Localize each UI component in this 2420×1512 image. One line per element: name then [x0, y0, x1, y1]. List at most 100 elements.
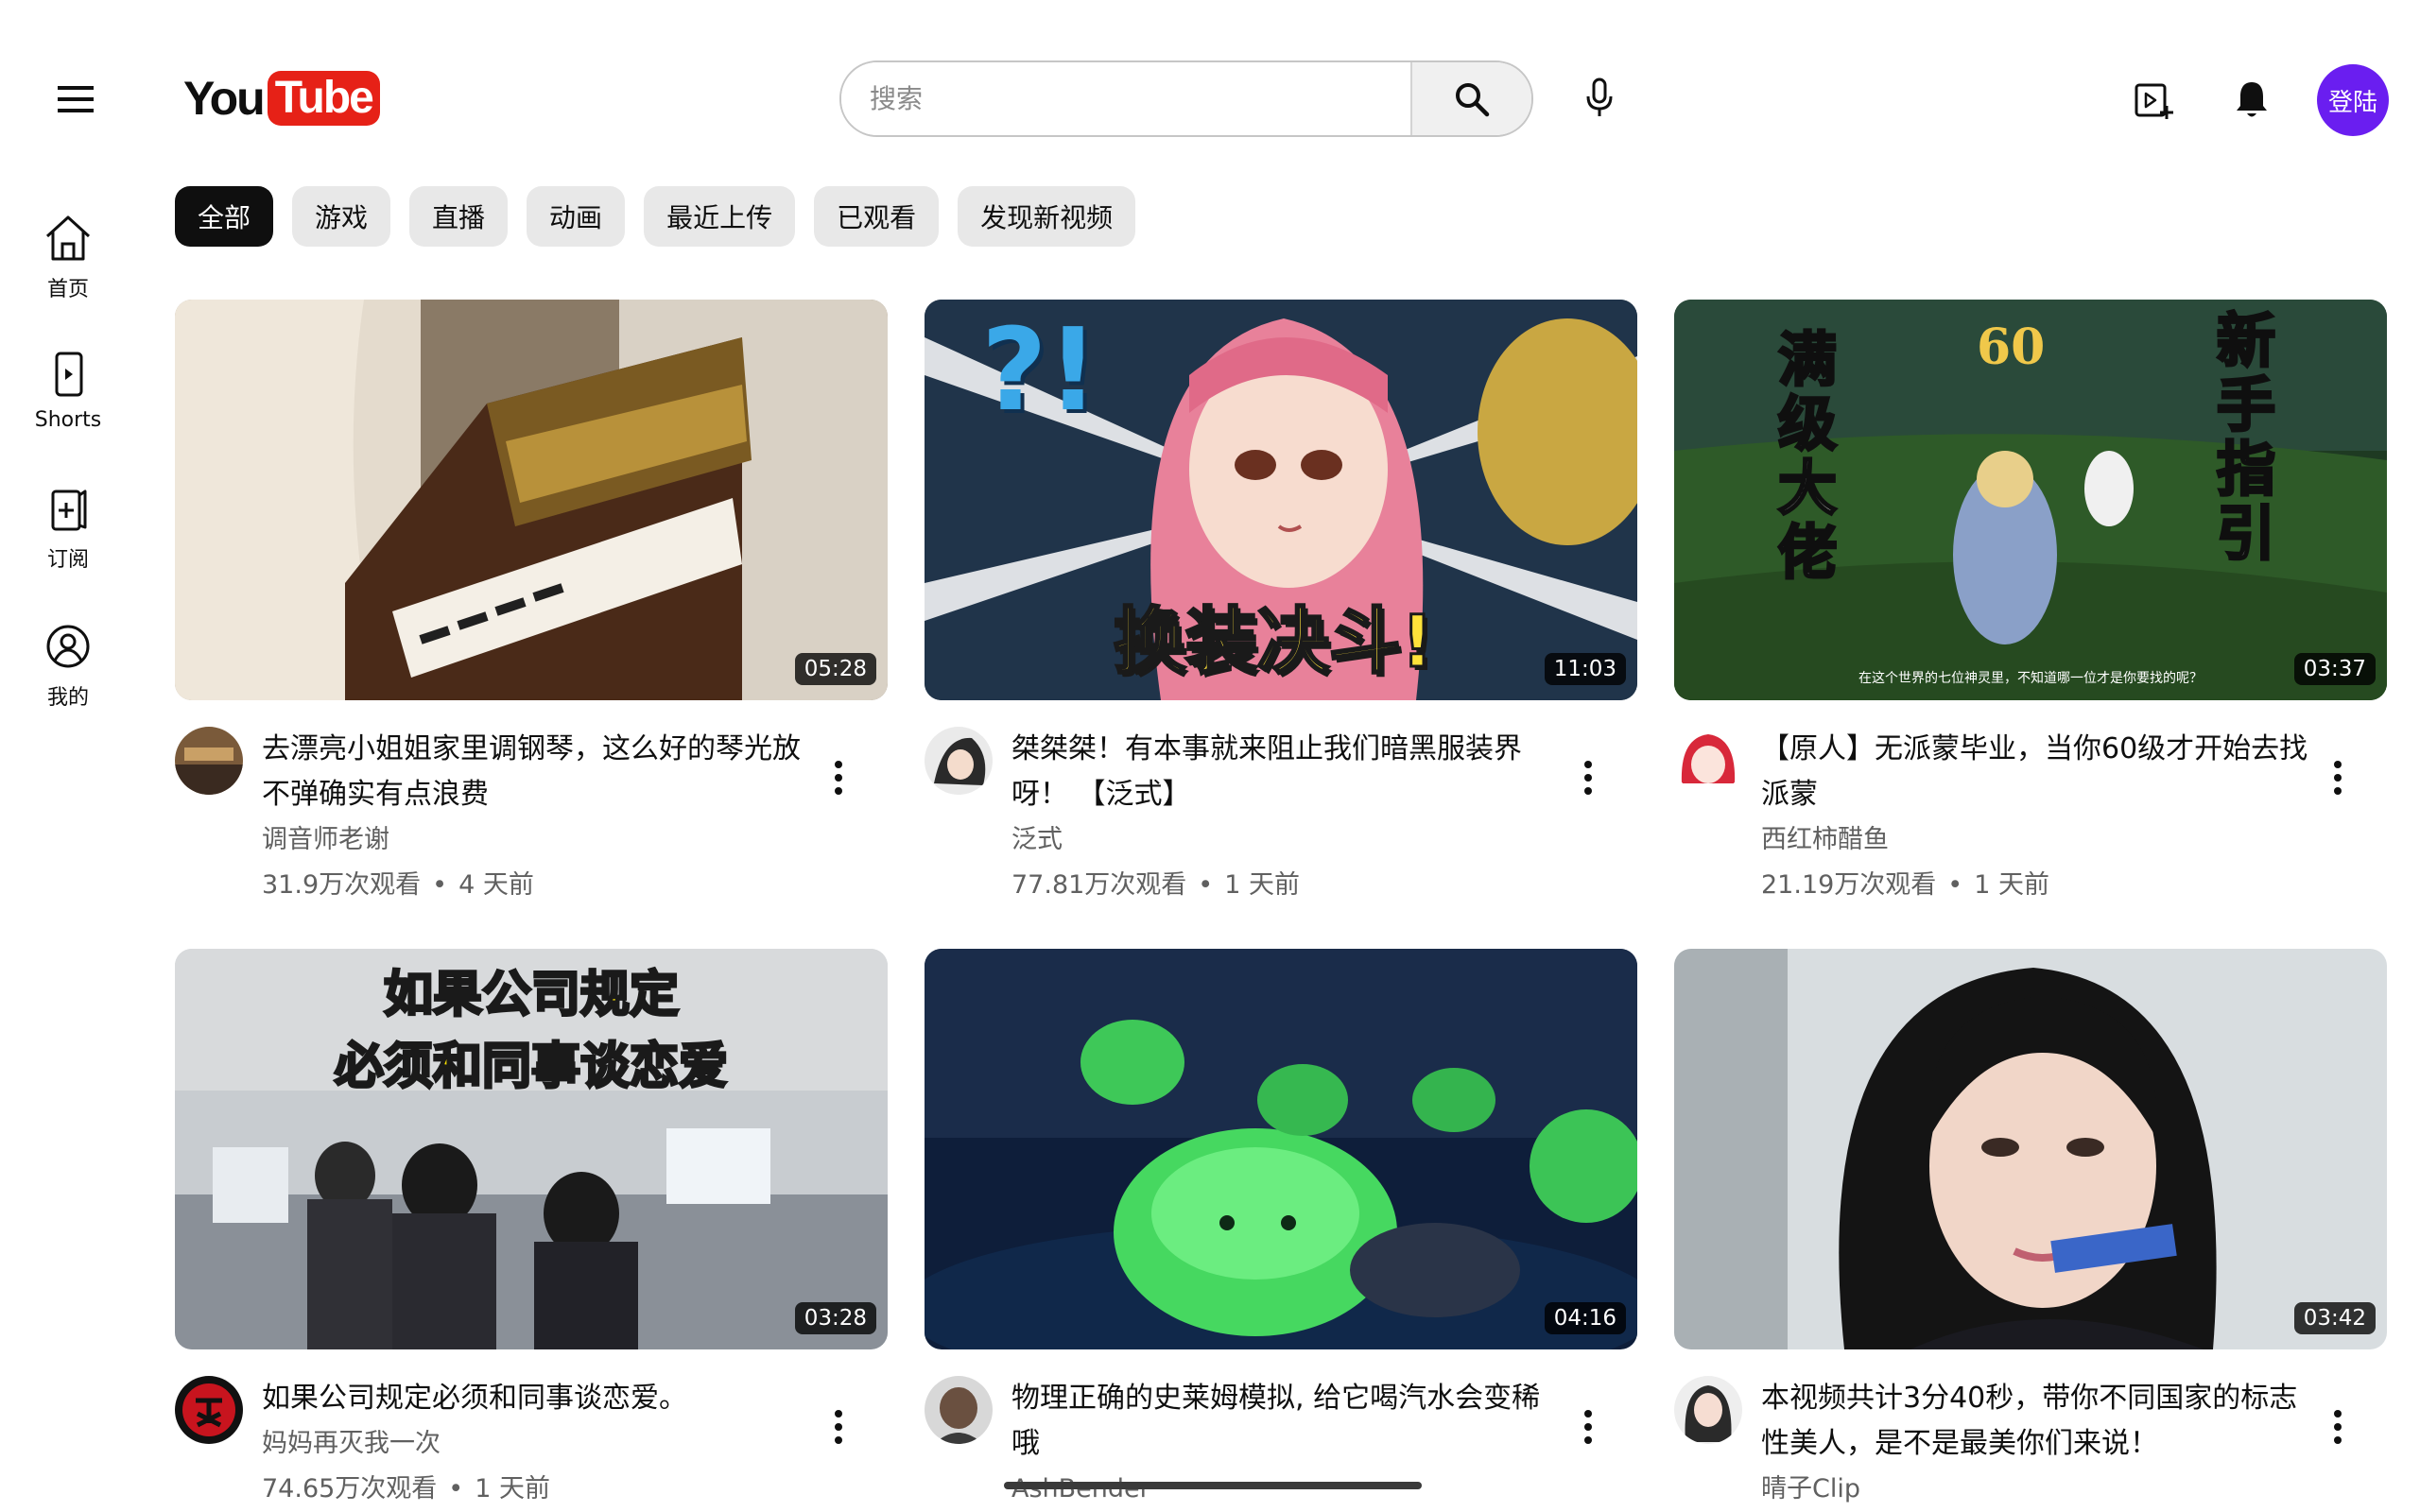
- chip-all[interactable]: 全部: [175, 186, 274, 247]
- video-title[interactable]: 物理正确的史莱姆模拟, 给它喝汽水会变稀哦: [1011, 1376, 1560, 1467]
- more-options-button[interactable]: [1567, 1399, 1609, 1455]
- sidebar-item-label: 我的: [46, 686, 89, 710]
- avatar-image: [175, 1376, 243, 1444]
- thumbnail-caption-text: 在这个世界的七位神灵里，不知道哪一位才是你要找的呢？: [1858, 671, 2203, 686]
- sidebar-item-home[interactable]: 首页: [13, 212, 123, 302]
- upload-age: 1 天前: [1224, 870, 1300, 900]
- thumbnail-marks-text: ?!: [981, 305, 1099, 437]
- chip-watched[interactable]: 已观看: [814, 186, 940, 247]
- chip-live[interactable]: 直播: [409, 186, 509, 247]
- more-vertical-icon: [2334, 1410, 2342, 1444]
- more-vertical-icon: [835, 761, 842, 795]
- video-thumbnail[interactable]: 05:28: [175, 300, 888, 700]
- video-title[interactable]: 去漂亮小姐姐家里调钢琴，这么好的琴光放不弹确实有点浪费: [262, 727, 810, 817]
- thumbnail-level-text: 60: [1977, 318, 2046, 376]
- channel-avatar[interactable]: [925, 727, 993, 795]
- chip-animation[interactable]: 动画: [527, 186, 626, 247]
- account-icon: [46, 625, 90, 668]
- notifications-button[interactable]: [2214, 62, 2290, 138]
- channel-name[interactable]: 调音师老谢: [262, 817, 810, 863]
- logo-tube-text: Tube: [267, 71, 380, 126]
- more-options-button[interactable]: [818, 1399, 859, 1455]
- sidebar-item-label: 首页: [46, 278, 89, 301]
- avatar-image: [925, 727, 993, 795]
- chip-games[interactable]: 游戏: [292, 186, 391, 247]
- bell-icon: [2237, 82, 2267, 117]
- upload-age: 4 天前: [458, 870, 534, 900]
- video-card: 04:16 物理正确的史莱姆模拟, 给它喝汽水会变稀哦 AshBender: [925, 949, 1637, 1512]
- youtube-home: You Tube 登陆: [0, 0, 2420, 1512]
- sidebar-item-label: 订阅: [46, 548, 89, 572]
- home-indicator[interactable]: [1004, 1482, 1422, 1489]
- voice-search-button[interactable]: [1562, 60, 1637, 136]
- separator-dot: •: [1198, 870, 1214, 900]
- video-stats: 21.19万次观看 • 1 天前: [1761, 863, 2309, 908]
- channel-avatar[interactable]: [175, 727, 243, 795]
- video-thumbnail[interactable]: 60 满级大佬 新手指引 在这个世界的七位神灵里，不知道哪一位才是你要找的呢？ …: [1674, 300, 2387, 700]
- video-title[interactable]: 【原人】无派蒙毕业，当你60级才开始去找派蒙: [1761, 727, 2309, 817]
- logo-you-text: You: [183, 72, 266, 125]
- search-button[interactable]: [1410, 62, 1531, 135]
- channel-name[interactable]: 妈妈再灭我一次: [262, 1421, 810, 1467]
- thumbnail-right-text: 新手指引: [2216, 306, 2277, 568]
- view-count: 77.81万次观看: [1011, 870, 1187, 900]
- video-card: 60 满级大佬 新手指引 在这个世界的七位神灵里，不知道哪一位才是你要找的呢？ …: [1674, 300, 2387, 908]
- view-count: 74.65万次观看: [262, 1474, 438, 1503]
- channel-avatar[interactable]: [1674, 727, 1742, 795]
- sidebar-item-shorts[interactable]: Shorts: [13, 348, 123, 432]
- more-options-button[interactable]: [818, 749, 859, 806]
- search-input[interactable]: [841, 62, 1410, 135]
- subscriptions-icon: [51, 490, 87, 531]
- avatar-image: [925, 1376, 993, 1444]
- channel-name[interactable]: AshBender: [1011, 1467, 1560, 1512]
- more-options-button[interactable]: [2317, 1399, 2359, 1455]
- thumbnail-overlay-text: 换装决斗!: [1113, 598, 1436, 685]
- upload-age: 1 天前: [1974, 870, 2049, 900]
- sidebar-item-label: Shorts: [34, 408, 102, 432]
- sidebar-item-you[interactable]: 我的: [13, 620, 123, 711]
- avatar-image: [175, 727, 243, 795]
- channel-name[interactable]: 西红柿醋鱼: [1761, 817, 2309, 863]
- thumbnail-left-text: 满级大佬: [1777, 325, 1839, 587]
- video-duration: 03:37: [2293, 653, 2376, 685]
- thumbnail-image: [925, 949, 1637, 1349]
- video-title[interactable]: 本视频共计3分40秒，带你不同国家的标志性美人，是不是最美你们来说！: [1761, 1376, 2309, 1467]
- view-count: 31.9万次观看: [262, 870, 422, 900]
- video-thumbnail[interactable]: 03:42: [1674, 949, 2387, 1349]
- thumbnail-image: [1674, 949, 2387, 1349]
- shorts-icon: [55, 352, 83, 397]
- video-title[interactable]: 桀桀桀！有本事就来阻止我们暗黑服装界呀！ 【泛式】: [1011, 727, 1560, 817]
- channel-avatar[interactable]: [925, 1376, 993, 1444]
- more-options-button[interactable]: [1567, 749, 1609, 806]
- video-thumbnail[interactable]: 如果公司规定 必须和同事谈恋爱 03:28: [175, 949, 888, 1349]
- more-options-button[interactable]: [2317, 749, 2359, 806]
- avatar-image: [1674, 1376, 1742, 1444]
- channel-name[interactable]: 泛式: [1011, 817, 1560, 863]
- sidebar-item-subscriptions[interactable]: 订阅: [13, 482, 123, 573]
- video-stats: 74.65万次观看 • 1 天前: [262, 1467, 810, 1512]
- avatar-image: [1674, 727, 1742, 795]
- youtube-logo[interactable]: You Tube: [183, 70, 380, 127]
- more-vertical-icon: [1584, 1410, 1592, 1444]
- create-video-icon: [2135, 83, 2173, 119]
- channel-avatar[interactable]: [1674, 1376, 1742, 1444]
- separator-dot: •: [432, 870, 448, 900]
- upload-age: 1 天前: [475, 1474, 550, 1503]
- video-duration: 03:42: [2293, 1302, 2376, 1334]
- filter-chips: 全部 游戏 直播 动画 最近上传 已观看 发现新视频: [175, 186, 1136, 247]
- thumbnail-image: [175, 300, 888, 700]
- home-icon: [45, 215, 91, 261]
- video-title[interactable]: 如果公司规定必须和同事谈恋爱。: [262, 1376, 810, 1421]
- video-duration: 11:03: [1544, 653, 1626, 685]
- create-button[interactable]: [2116, 62, 2191, 138]
- chip-new-to-you[interactable]: 发现新视频: [958, 186, 1136, 247]
- menu-button[interactable]: [36, 66, 115, 132]
- login-button[interactable]: 登陆: [2317, 64, 2389, 136]
- channel-name[interactable]: 晴子Clip: [1761, 1467, 2309, 1512]
- channel-avatar[interactable]: [175, 1376, 243, 1444]
- chip-recently-uploaded[interactable]: 最近上传: [644, 186, 796, 247]
- video-thumbnail[interactable]: ?! 换装决斗! 11:03: [925, 300, 1637, 700]
- video-card: 如果公司规定 必须和同事谈恋爱 03:28 如果公司规定必须和同事谈恋爱。 妈妈…: [175, 949, 888, 1512]
- video-thumbnail[interactable]: 04:16: [925, 949, 1637, 1349]
- view-count: 21.19万次观看: [1761, 870, 1937, 900]
